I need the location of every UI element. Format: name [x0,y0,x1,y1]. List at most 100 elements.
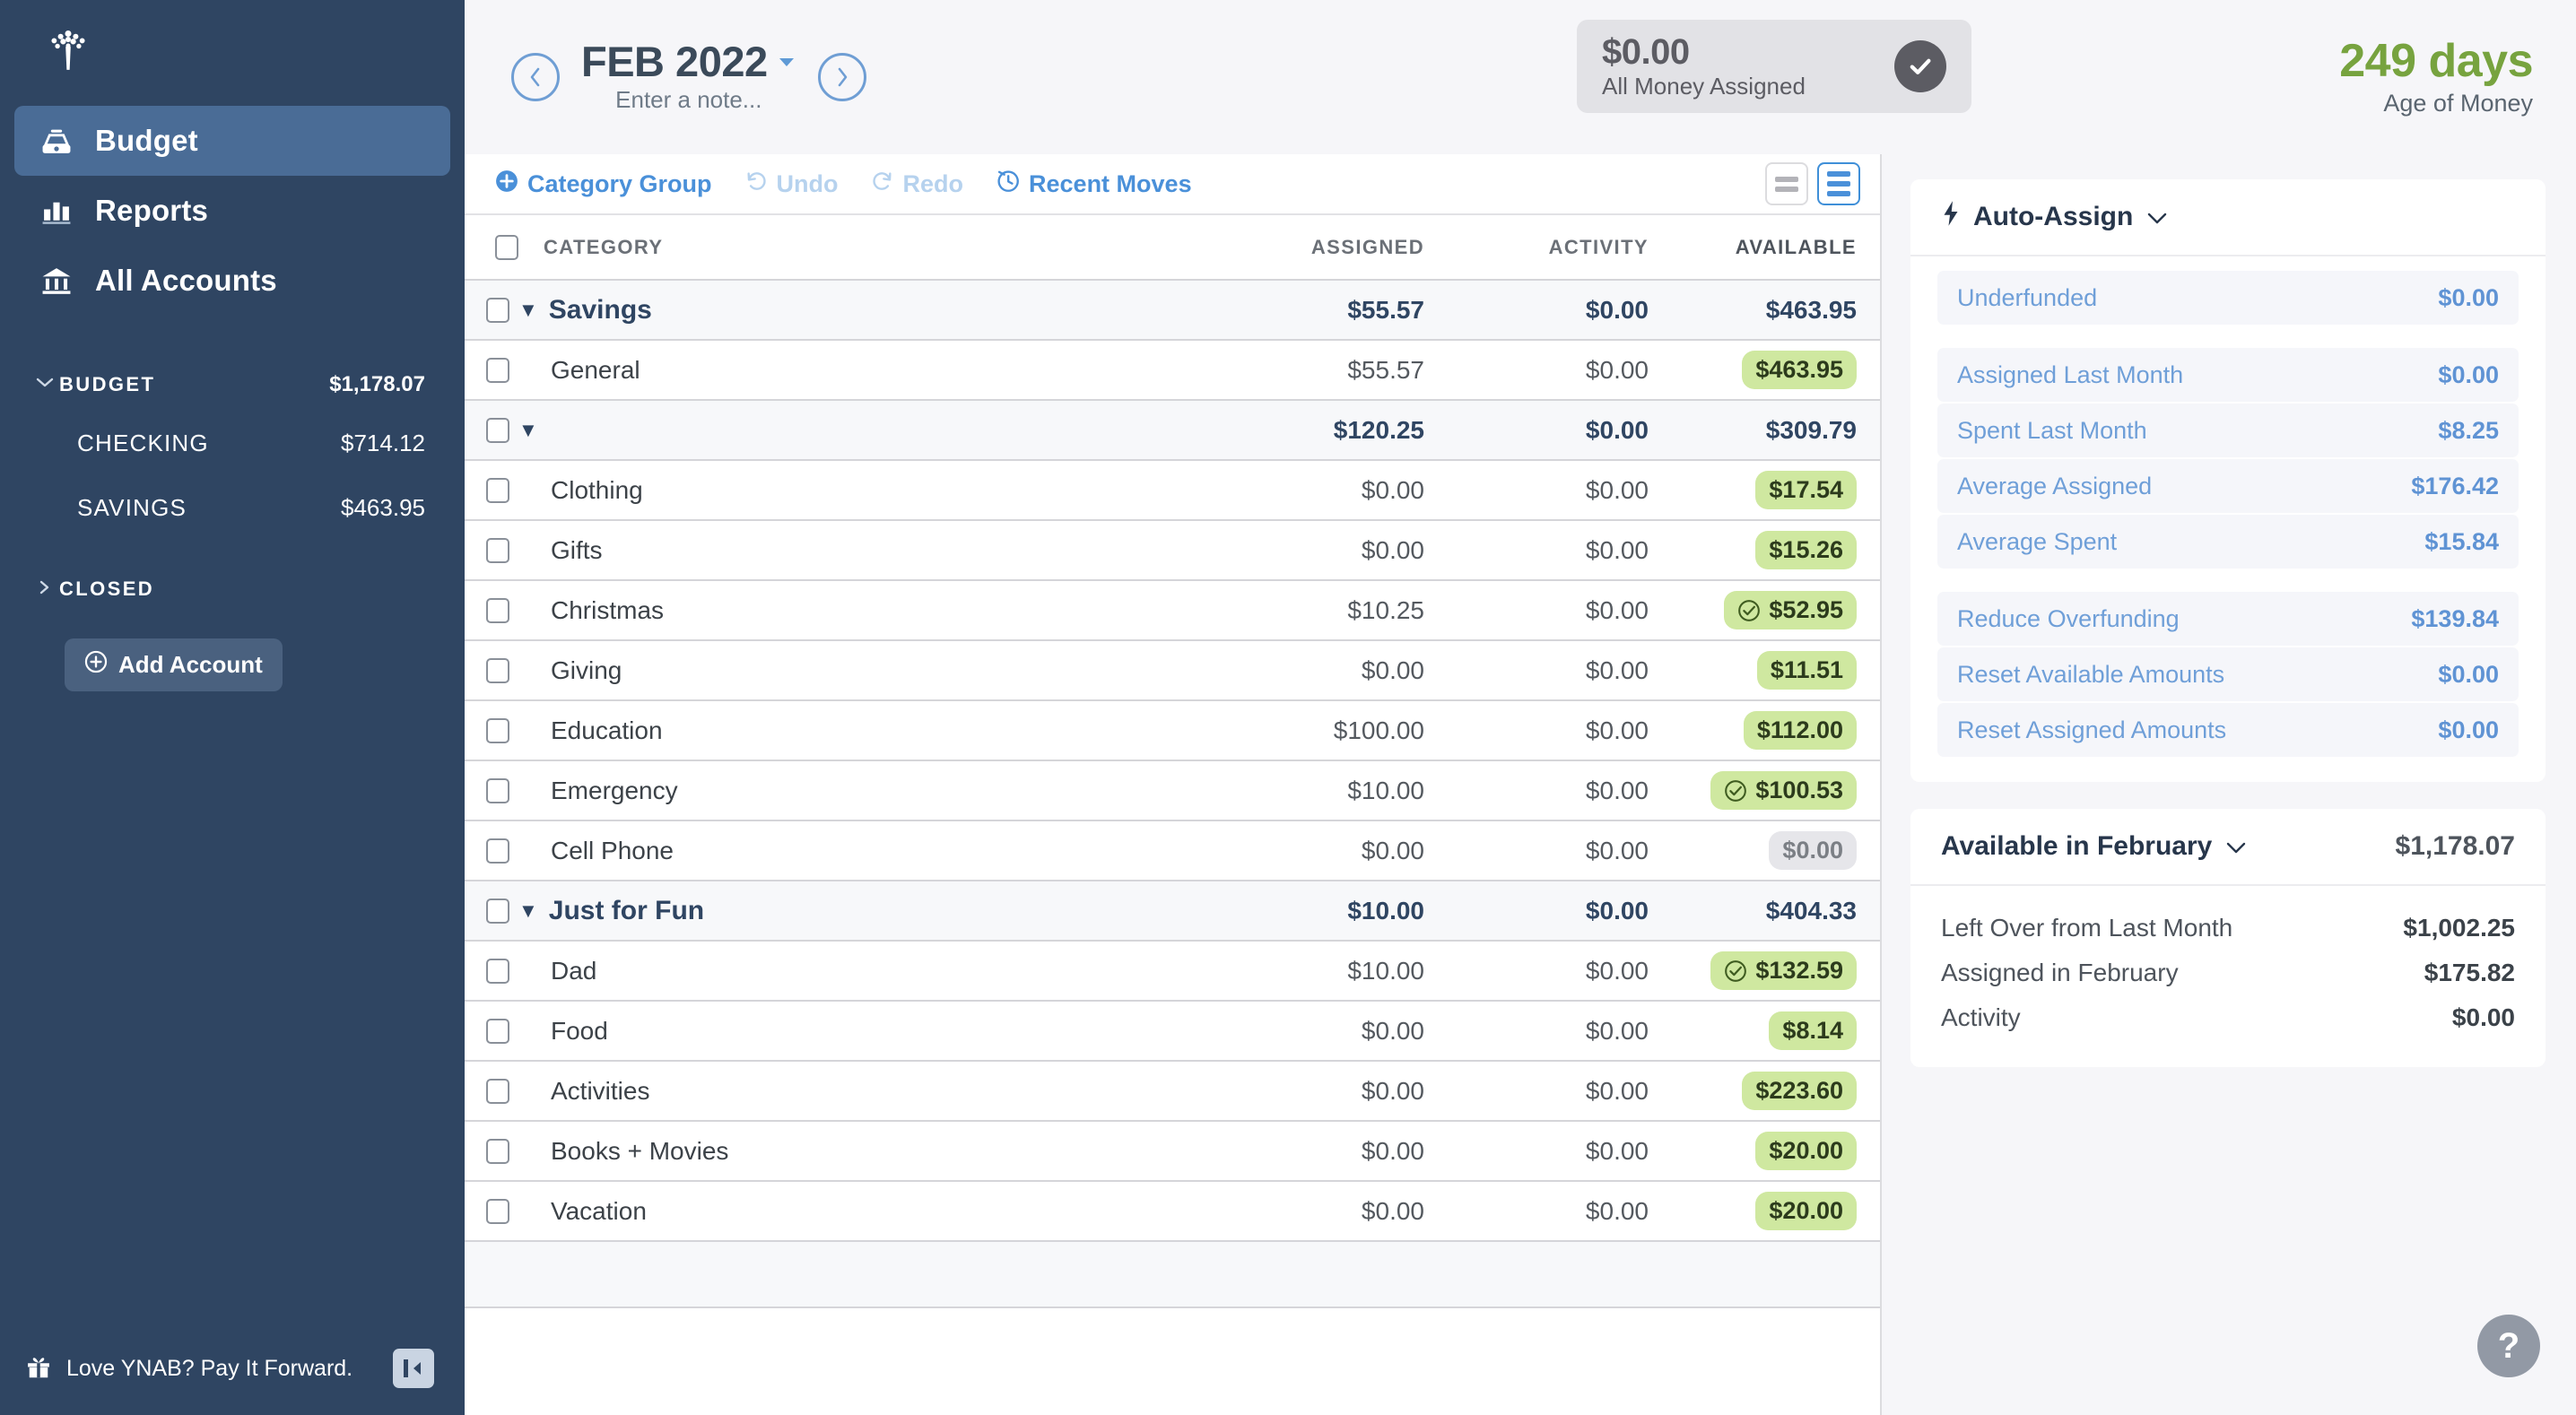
category-assigned-cell[interactable]: $55.57 [1182,340,1424,401]
category-available-cell[interactable]: $0.00 [1649,820,1880,881]
category-activity-cell[interactable]: $0.00 [1424,760,1649,821]
auto-assign-option[interactable]: Assigned Last Month $0.00 [1937,348,2519,402]
category-activity-cell[interactable]: $0.00 [1424,1121,1649,1182]
category-name-cell[interactable]: Education [518,700,1182,761]
category-row[interactable]: General $55.57 $0.00 $463.95 [465,340,1880,401]
row-checkbox[interactable] [486,477,509,503]
available-pill[interactable]: $223.60 [1742,1072,1857,1110]
column-header-available[interactable]: AVAILABLE [1649,215,1880,281]
category-available-cell[interactable]: $52.95 [1649,580,1880,641]
category-name-cell[interactable]: Cell Phone [518,820,1182,881]
chevron-down-icon[interactable] [2145,202,2169,232]
group-activity-cell[interactable]: $0.00 [1424,279,1649,341]
category-row[interactable]: Clothing $0.00 $0.00 $17.54 [465,460,1880,521]
available-in-month-header[interactable]: Available in February $1,178.07 [1910,809,2546,886]
category-available-cell[interactable]: $17.54 [1649,460,1880,521]
row-checkbox[interactable] [486,537,509,563]
category-activity-cell[interactable]: $0.00 [1424,520,1649,581]
category-name-cell[interactable]: Giving [518,640,1182,701]
category-assigned-cell[interactable]: $0.00 [1182,1121,1424,1182]
month-note-input[interactable]: Enter a note... [581,86,796,114]
category-activity-cell[interactable]: $0.00 [1424,1181,1649,1242]
category-name-cell[interactable]: Activities [518,1061,1182,1122]
row-checkbox[interactable] [486,958,509,984]
category-name-cell[interactable]: Gifts [518,520,1182,581]
available-pill[interactable]: $20.00 [1755,1132,1857,1170]
ynab-logo[interactable] [0,0,465,86]
category-name-cell[interactable]: Food [518,1001,1182,1062]
category-row[interactable]: Vacation $0.00 $0.00 $20.00 [465,1181,1880,1242]
group-assigned-cell[interactable]: $120.25 [1182,399,1424,461]
group-name-cell[interactable]: ▼ [518,399,1182,461]
group-available-cell[interactable]: $309.79 [1649,399,1880,461]
category-row[interactable]: Christmas $10.25 $0.00 $52.95 [465,580,1880,641]
chevron-down-icon[interactable] [2224,831,2248,862]
category-available-cell[interactable]: $15.26 [1649,520,1880,581]
category-name-cell[interactable]: Vacation [518,1181,1182,1242]
category-available-cell[interactable]: $223.60 [1649,1061,1880,1122]
collapse-group-icon[interactable]: ▼ [518,900,538,921]
row-checkbox[interactable] [486,417,509,443]
column-header-assigned[interactable]: ASSIGNED [1182,215,1424,281]
help-button[interactable]: ? [2477,1315,2540,1377]
sidebar-item-all-accounts[interactable]: All Accounts [14,246,450,316]
category-group-row[interactable]: ▼ Savings $55.57 $0.00 $463.95 [465,279,1880,341]
row-checkbox[interactable] [486,657,509,683]
category-assigned-cell[interactable]: $10.00 [1182,941,1424,1002]
category-row[interactable]: Giving $0.00 $0.00 $11.51 [465,640,1880,701]
sidebar-item-reports[interactable]: Reports [14,176,450,246]
available-pill[interactable]: $0.00 [1769,831,1857,870]
auto-assign-option[interactable]: Average Spent $15.84 [1937,515,2519,569]
row-checkbox[interactable] [486,597,509,623]
category-assigned-cell[interactable]: $0.00 [1182,1181,1424,1242]
budget-accounts-group-header[interactable]: BUDGET $1,178.07 [36,359,425,411]
available-pill[interactable]: $112.00 [1743,711,1857,750]
row-checkbox[interactable] [486,1078,509,1104]
closed-accounts-group-header[interactable]: CLOSED [36,563,425,615]
category-name-cell[interactable]: Books + Movies [518,1121,1182,1182]
row-checkbox[interactable] [486,898,509,924]
available-pill[interactable]: $132.59 [1710,951,1857,990]
category-name-cell[interactable]: Dad [518,941,1182,1002]
available-pill[interactable]: $52.95 [1724,591,1857,629]
recent-moves-button[interactable]: Recent Moves [996,169,1192,199]
auto-assign-option[interactable]: Reset Assigned Amounts $0.00 [1937,703,2519,757]
undo-button[interactable]: Undo [744,170,839,198]
category-available-cell[interactable]: $132.59 [1649,941,1880,1002]
month-selector[interactable]: FEB 2022 [581,40,796,83]
category-available-cell[interactable]: $20.00 [1649,1181,1880,1242]
category-row[interactable]: Emergency $10.00 $0.00 $100.53 [465,760,1880,821]
auto-assign-option[interactable]: Reset Available Amounts $0.00 [1937,647,2519,701]
account-row-savings[interactable]: SAVINGS $463.95 [36,475,425,540]
category-activity-cell[interactable]: $0.00 [1424,1001,1649,1062]
redo-button[interactable]: Redo [871,170,963,198]
auto-assign-option[interactable]: Average Assigned $176.42 [1937,459,2519,513]
category-activity-cell[interactable]: $0.00 [1424,340,1649,401]
category-row[interactable]: Cell Phone $0.00 $0.00 $0.00 [465,820,1880,881]
category-available-cell[interactable]: $112.00 [1649,700,1880,761]
category-activity-cell[interactable]: $0.00 [1424,460,1649,521]
available-pill[interactable]: $8.14 [1769,1011,1857,1050]
row-checkbox[interactable] [486,1018,509,1044]
row-checkbox[interactable] [486,717,509,743]
category-activity-cell[interactable]: $0.00 [1424,820,1649,881]
category-name-cell[interactable]: General [518,340,1182,401]
category-assigned-cell[interactable]: $0.00 [1182,520,1424,581]
category-name-cell[interactable]: Clothing [518,460,1182,521]
category-assigned-cell[interactable]: $0.00 [1182,640,1424,701]
category-row[interactable]: Dad $10.00 $0.00 $132.59 [465,941,1880,1002]
category-available-cell[interactable]: $11.51 [1649,640,1880,701]
view-compact-button[interactable] [1765,162,1808,205]
category-activity-cell[interactable]: $0.00 [1424,941,1649,1002]
category-row[interactable]: Books + Movies $0.00 $0.00 $20.00 [465,1121,1880,1182]
available-pill[interactable]: $15.26 [1755,531,1857,569]
row-checkbox[interactable] [486,297,509,323]
category-row[interactable]: Activities $0.00 $0.00 $223.60 [465,1061,1880,1122]
category-available-cell[interactable]: $8.14 [1649,1001,1880,1062]
category-assigned-cell[interactable]: $10.25 [1182,580,1424,641]
category-assigned-cell[interactable]: $0.00 [1182,460,1424,521]
auto-assign-header[interactable]: Auto-Assign [1910,179,2546,256]
pay-it-forward-label[interactable]: Love YNAB? Pay It Forward. [66,1356,379,1382]
category-row[interactable]: Gifts $0.00 $0.00 $15.26 [465,520,1880,581]
row-checkbox[interactable] [486,1198,509,1224]
